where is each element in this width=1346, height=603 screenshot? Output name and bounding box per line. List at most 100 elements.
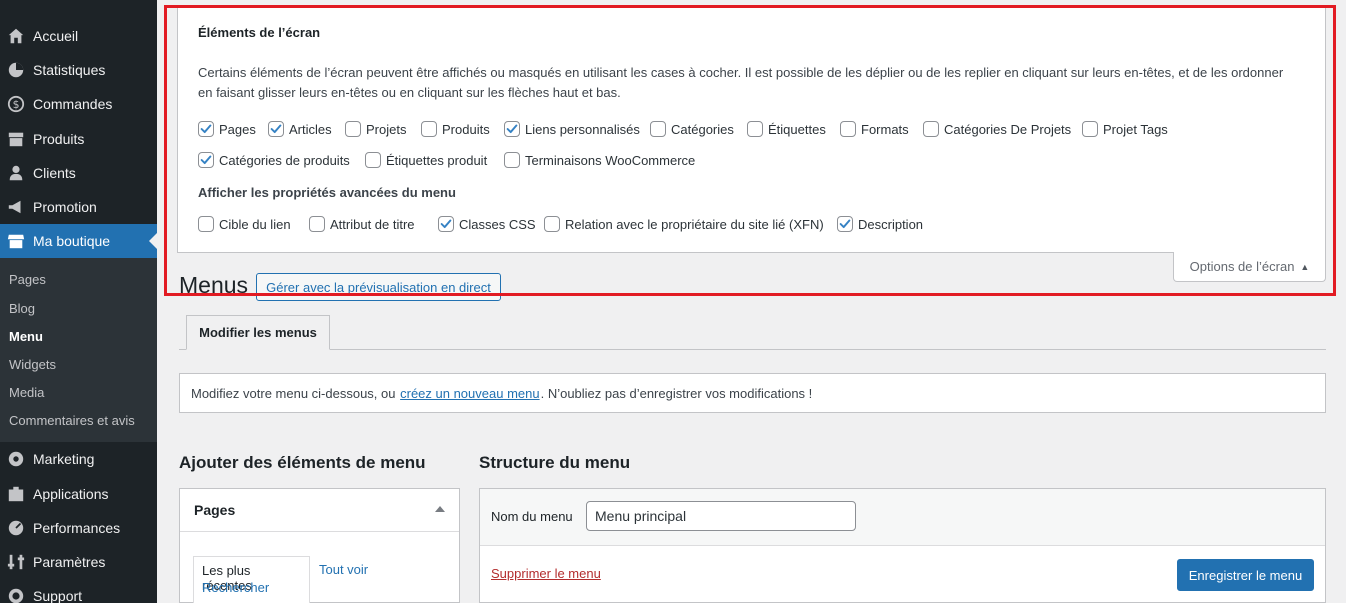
screen-options-description: Certains éléments de l’écran peuvent êtr… <box>198 65 1284 100</box>
checkbox-unchecked-icon[interactable] <box>840 121 856 137</box>
checkbox-unchecked-icon[interactable] <box>198 216 214 232</box>
submenu-item-pages[interactable]: Pages <box>9 272 46 287</box>
sidebar-item-support[interactable]: Support <box>0 579 157 603</box>
menu-structure-title: Structure du menu <box>479 453 631 472</box>
screen-option-checkbox-0[interactable]: Pages <box>198 120 256 138</box>
sidebar-item-label: Produits <box>33 131 85 147</box>
checkbox-checked-icon[interactable] <box>438 216 454 232</box>
sidebar-item-ma-boutique[interactable]: Ma boutique <box>0 224 157 258</box>
manage-menus-notice: Modifiez votre menu ci-dessous, ou créez… <box>179 373 1326 413</box>
tab-edit-menus[interactable]: Modifier les menus <box>186 315 330 350</box>
sidebar-item-promotion[interactable]: Promotion <box>0 190 157 224</box>
advanced-option-checkbox-0[interactable]: Cible du lien <box>198 215 291 233</box>
dollar-icon: $ <box>6 94 26 114</box>
checkbox-unchecked-icon[interactable] <box>923 121 939 137</box>
sidebar-item-commandes[interactable]: $ Commandes <box>0 87 157 121</box>
checkbox-unchecked-icon[interactable] <box>309 216 325 232</box>
checkbox-unchecked-icon[interactable] <box>504 152 520 168</box>
sidebar-item-label: Support <box>33 588 83 603</box>
advanced-properties-title: Afficher les propriétés avancées du menu <box>198 185 456 200</box>
advanced-option-checkbox-2[interactable]: Classes CSS <box>438 215 536 233</box>
sidebar-submenu: Pages Blog Menu Widgets Media Commentair… <box>0 258 157 442</box>
tab-search[interactable]: Rechercher <box>202 580 269 595</box>
checkbox-label: Étiquettes produit <box>386 152 488 168</box>
sidebar-item-label: Applications <box>33 486 109 502</box>
checkbox-label: Étiquettes <box>768 121 826 137</box>
checkbox-unchecked-icon[interactable] <box>365 152 381 168</box>
screen-option-checkbox-3[interactable]: Produits <box>421 120 490 138</box>
checkbox-unchecked-icon[interactable] <box>544 216 560 232</box>
checkbox-checked-icon[interactable] <box>198 152 214 168</box>
checkbox-label: Projet Tags <box>1103 121 1168 137</box>
screen-option-checkbox-6[interactable]: Étiquettes <box>747 120 826 138</box>
sidebar-item-performances[interactable]: Performances <box>0 511 157 545</box>
create-new-menu-link[interactable]: créez un nouveau menu <box>400 386 539 401</box>
checkbox-label: Cible du lien <box>219 216 291 232</box>
submenu-item-widgets[interactable]: Widgets <box>9 357 56 372</box>
screen-option-checkbox-4[interactable]: Liens personnalisés <box>504 120 640 138</box>
menu-name-label: Nom du menu <box>491 509 573 524</box>
sidebar-item-accueil[interactable]: Accueil <box>0 19 157 53</box>
checkbox-checked-icon[interactable] <box>268 121 284 137</box>
caret-up-icon: ▲ <box>1300 261 1310 272</box>
sidebar-item-parametres[interactable]: Paramètres <box>0 545 157 579</box>
notice-text-after: . N’oubliez pas d’enregistrer vos modifi… <box>540 385 813 401</box>
sidebar-item-clients[interactable]: Clients <box>0 156 157 190</box>
sidebar-item-label: Clients <box>33 165 76 181</box>
submenu-item-commentaires[interactable]: Commentaires et avis <box>9 413 135 428</box>
checkbox-unchecked-icon[interactable] <box>1082 121 1098 137</box>
checkbox-label: Terminaisons WooCommerce <box>525 152 696 168</box>
advanced-option-checkbox-1[interactable]: Attribut de titre <box>309 215 415 233</box>
svg-text:$: $ <box>13 98 20 111</box>
sidebar-item-label: Accueil <box>33 28 79 44</box>
checkbox-unchecked-icon[interactable] <box>650 121 666 137</box>
screen-option-checkbox-1[interactable]: Articles <box>268 120 332 138</box>
screen-options-toggle-label: Options de l’écran <box>1189 259 1295 274</box>
menu-name-input[interactable] <box>586 501 856 531</box>
live-preview-button[interactable]: Gérer avec la prévisualisation en direct <box>256 273 501 301</box>
checkbox-label: Pages <box>219 121 256 137</box>
megaphone-icon <box>6 197 26 217</box>
menu-structure-box: Nom du menu Supprimer le menu Enregistre… <box>479 488 1326 603</box>
pages-metabox-header[interactable]: Pages <box>180 489 459 532</box>
advanced-option-checkbox-3[interactable]: Relation avec le propriétaire du site li… <box>544 215 824 233</box>
checkbox-checked-icon[interactable] <box>198 121 214 137</box>
screen-option-checkbox-10[interactable]: Catégories de produits <box>198 151 350 169</box>
submenu-item-menu[interactable]: Menu <box>9 329 43 344</box>
checkbox-label: Relation avec le propriétaire du site li… <box>565 216 824 232</box>
submenu-item-media[interactable]: Media <box>9 385 44 400</box>
marketing-icon <box>6 449 26 469</box>
submenu-item-blog[interactable]: Blog <box>9 301 35 316</box>
checkbox-unchecked-icon[interactable] <box>421 121 437 137</box>
sidebar-item-marketing[interactable]: Marketing <box>0 442 157 476</box>
screen-options-toggle-button[interactable]: Options de l’écran ▲ <box>1173 252 1326 282</box>
screen-option-checkbox-9[interactable]: Projet Tags <box>1082 120 1168 138</box>
save-menu-button[interactable]: Enregistrer le menu <box>1177 559 1314 591</box>
sidebar-item-statistiques[interactable]: Statistiques <box>0 53 157 87</box>
checkbox-label: Formats <box>861 121 909 137</box>
delete-menu-link[interactable]: Supprimer le menu <box>491 566 601 581</box>
checkbox-unchecked-icon[interactable] <box>747 121 763 137</box>
screen-option-checkbox-12[interactable]: Terminaisons WooCommerce <box>504 151 695 169</box>
advanced-option-checkbox-4[interactable]: Description <box>837 215 923 233</box>
tab-view-all[interactable]: Tout voir <box>319 562 368 577</box>
checkbox-label: Articles <box>289 121 332 137</box>
menu-structure-header: Nom du menu <box>480 489 1325 546</box>
checkbox-unchecked-icon[interactable] <box>345 121 361 137</box>
checkbox-checked-icon[interactable] <box>504 121 520 137</box>
screen-option-checkbox-5[interactable]: Catégories <box>650 120 734 138</box>
checkbox-label: Liens personnalisés <box>525 121 640 137</box>
checkbox-label: Produits <box>442 121 490 137</box>
screen-option-checkbox-11[interactable]: Étiquettes produit <box>365 151 487 169</box>
apps-icon <box>6 484 26 504</box>
screen-option-checkbox-7[interactable]: Formats <box>840 120 909 138</box>
sidebar-item-applications[interactable]: Applications <box>0 477 157 511</box>
add-menu-items-title: Ajouter des éléments de menu <box>179 453 426 472</box>
performance-icon <box>6 518 26 538</box>
screen-option-checkbox-2[interactable]: Projets <box>345 120 406 138</box>
screen-option-checkbox-8[interactable]: Catégories De Projets <box>923 120 1071 138</box>
settings-icon <box>6 552 26 572</box>
user-icon <box>6 163 26 183</box>
sidebar-item-produits[interactable]: Produits <box>0 122 157 156</box>
checkbox-checked-icon[interactable] <box>837 216 853 232</box>
